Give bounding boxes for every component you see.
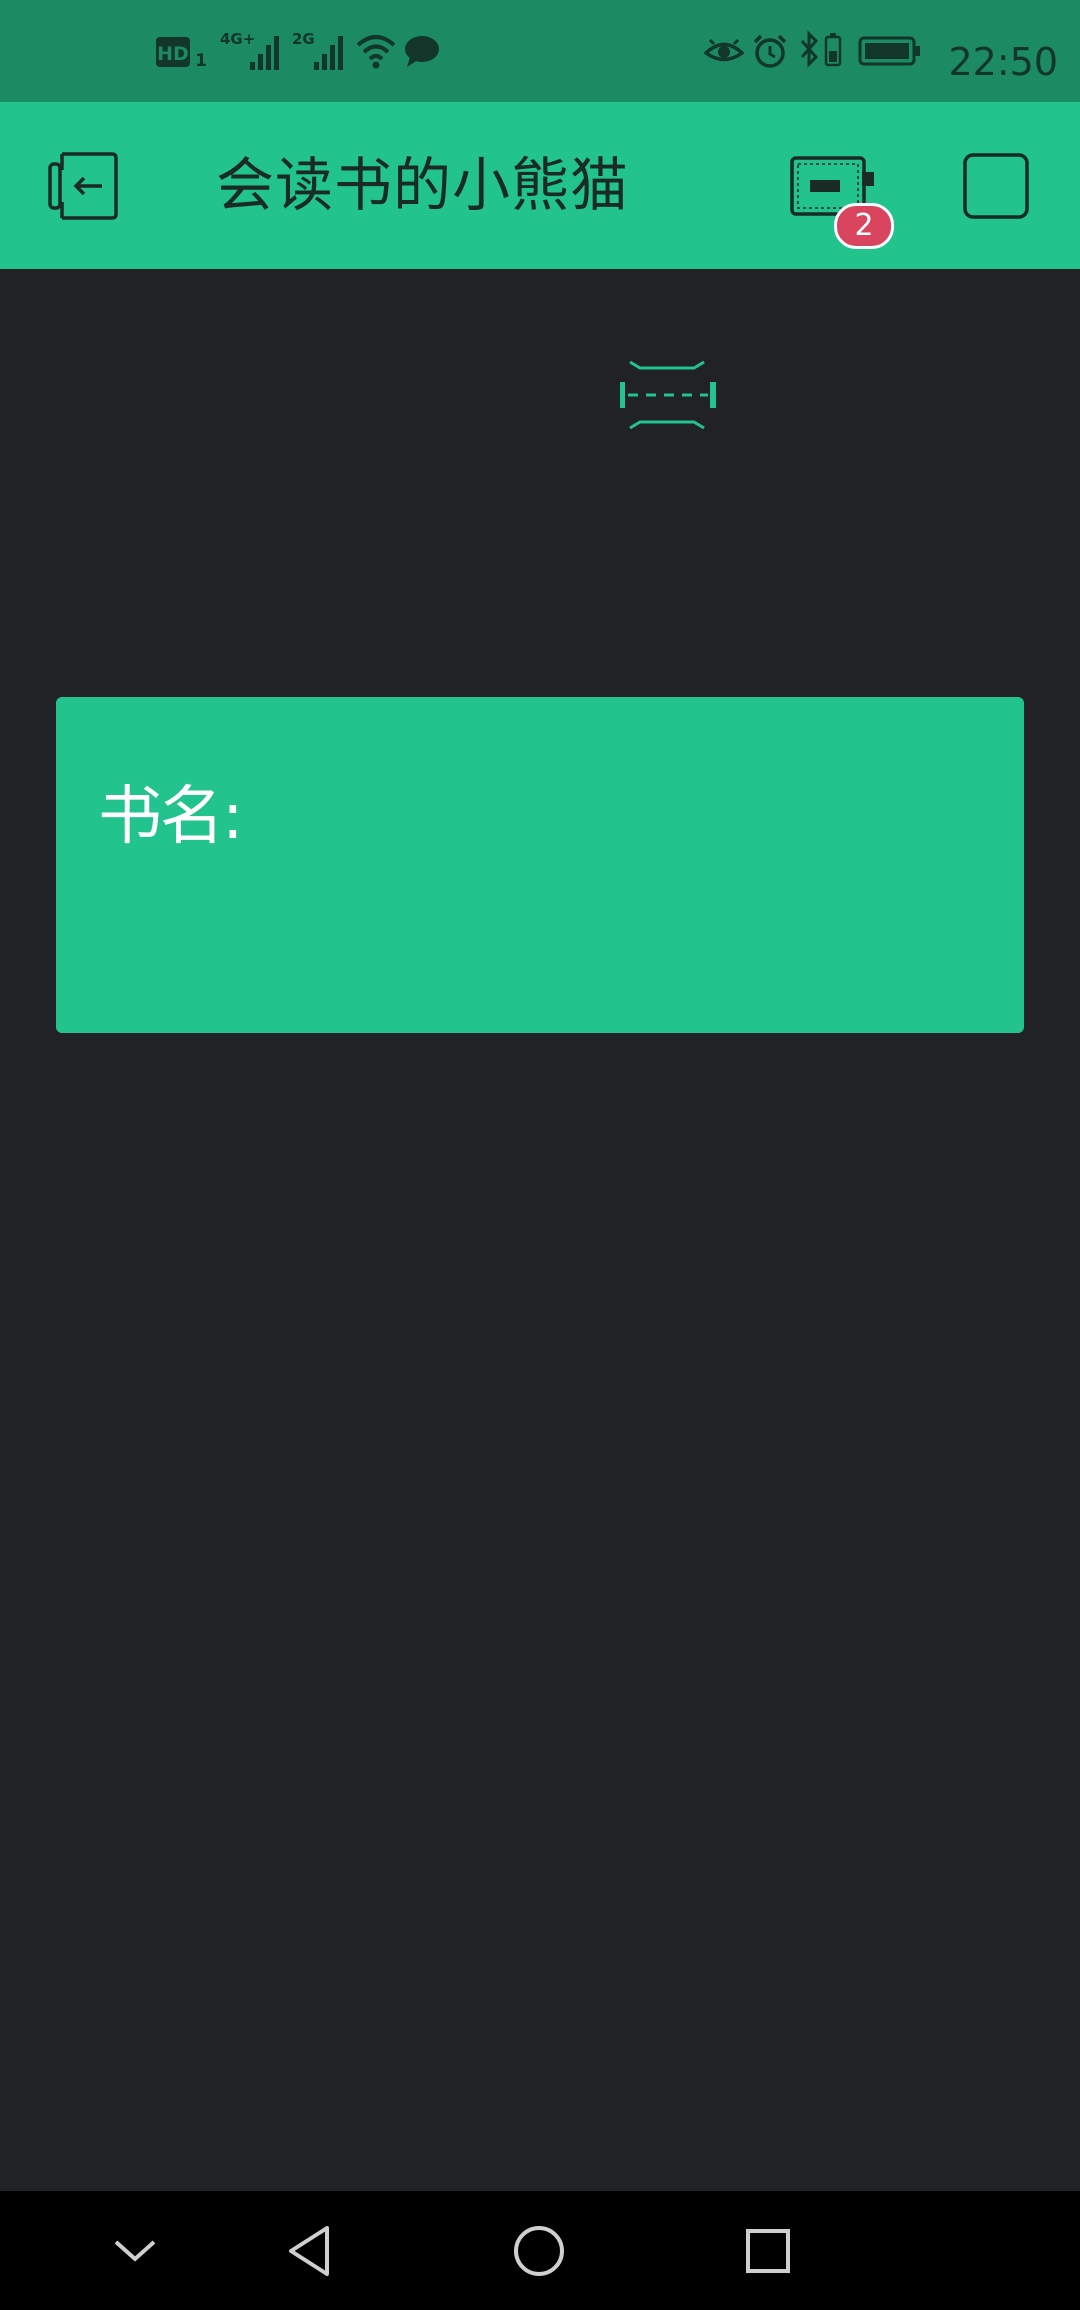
exit-icon[interactable] (46, 150, 120, 226)
notification-badge: 2 (834, 203, 894, 249)
svg-text:HD: HD (157, 43, 189, 65)
alarm-icon (752, 0, 788, 102)
status-bar: HD 1 4G+ 2G 22:50 (0, 0, 1080, 102)
app-bar: 会读书的小熊猫 (0, 102, 1080, 269)
battery-icon (858, 0, 922, 102)
wifi-icon (354, 0, 398, 102)
svg-text:2G: 2G (292, 30, 315, 48)
signal-4g-icon: 4G+ (220, 0, 282, 102)
hd-icon: HD 1 (156, 0, 212, 102)
navigation-bar (0, 2191, 1080, 2310)
recents-icon[interactable] (708, 2191, 828, 2310)
book-name-label: 书名: (98, 780, 244, 854)
book-card[interactable]: 书名: (56, 697, 1024, 1033)
svg-text:1: 1 (195, 51, 207, 71)
eye-icon (704, 0, 744, 102)
svg-text:4G+: 4G+ (220, 30, 255, 48)
back-icon[interactable] (249, 2191, 369, 2310)
chat-bubble-icon (404, 0, 440, 102)
page-title: 会读书的小熊猫 (216, 151, 630, 219)
bluetooth-icon (796, 0, 846, 102)
home-icon[interactable] (479, 2191, 599, 2310)
square-icon[interactable] (962, 152, 1030, 224)
signal-2g-icon: 2G (292, 0, 348, 102)
loading-icon (618, 358, 718, 436)
chevron-down-icon[interactable] (75, 2191, 195, 2310)
